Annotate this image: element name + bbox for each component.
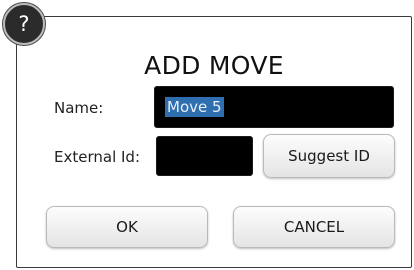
stage: ? ADD MOVE Name: Move 5 External Id: Sug… xyxy=(0,0,414,270)
cancel-button[interactable]: CANCEL xyxy=(233,206,395,248)
dialog-title: ADD MOVE xyxy=(144,51,284,80)
external-id-label: External Id: xyxy=(54,148,141,166)
suggest-id-button[interactable]: Suggest ID xyxy=(263,134,395,178)
name-input-value: Move 5 xyxy=(165,97,224,117)
name-label: Name: xyxy=(54,99,104,117)
help-icon[interactable]: ? xyxy=(3,3,45,45)
name-input[interactable]: Move 5 xyxy=(154,86,394,128)
external-id-input[interactable] xyxy=(156,136,253,176)
ok-button[interactable]: OK xyxy=(46,206,208,248)
